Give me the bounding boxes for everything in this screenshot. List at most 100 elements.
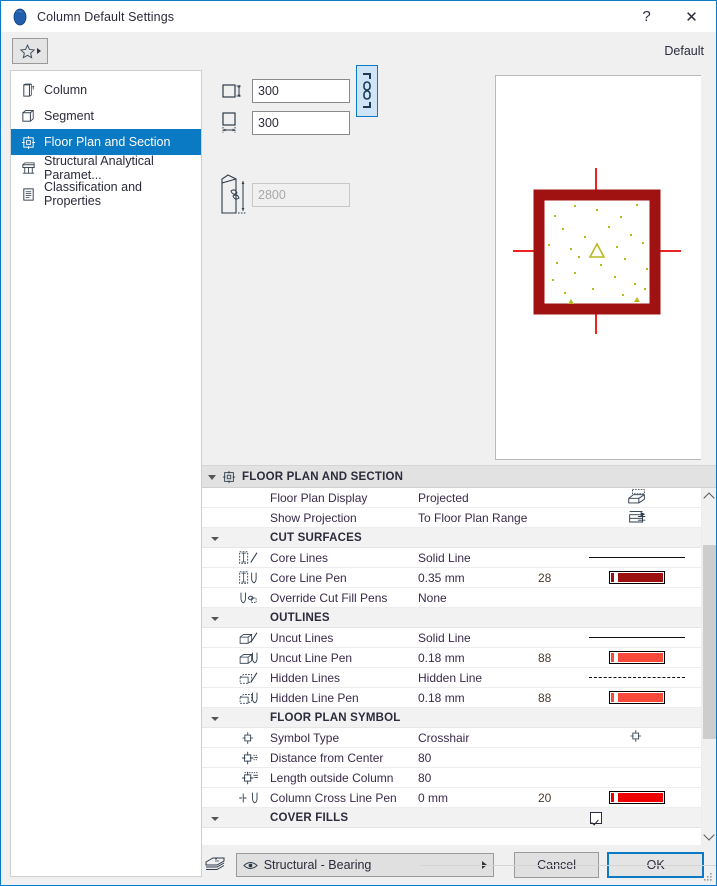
row-value[interactable]: 80 bbox=[418, 771, 538, 785]
settings-rows-wrap: Floor Plan Display Projected Show Projecti… bbox=[202, 488, 716, 845]
row-label: Uncut Line Pen bbox=[270, 650, 353, 665]
settings-row[interactable]: Show Projection To Floor Plan Range bbox=[202, 508, 701, 528]
footer-divider bbox=[420, 864, 716, 866]
floor-plan-range-icon[interactable] bbox=[626, 508, 648, 528]
pen-color-swatch[interactable] bbox=[608, 651, 665, 664]
settings-scrollbar[interactable] bbox=[701, 488, 716, 845]
scroll-down-button[interactable] bbox=[703, 828, 715, 845]
row-icon-cell bbox=[228, 690, 270, 706]
settings-group-row[interactable]: FLOOR PLAN SYMBOL bbox=[202, 708, 701, 728]
width-input[interactable]: 300 bbox=[252, 111, 350, 135]
triangle-right-icon bbox=[37, 48, 41, 54]
settings-row[interactable]: Core Lines Solid Line bbox=[202, 548, 701, 568]
dialog-body: Column Segment Floor Plan and Section St… bbox=[1, 65, 716, 885]
sidebar-item-classification-and-properties[interactable]: Classification and Properties bbox=[11, 180, 201, 208]
row-caret-cell[interactable] bbox=[202, 615, 228, 621]
sidebar-item-column[interactable]: Column bbox=[11, 77, 201, 103]
scrollbar-thumb[interactable] bbox=[702, 545, 716, 739]
settings-row[interactable]: Core Line Pen 0.35 mm 28 bbox=[202, 568, 701, 588]
height-input[interactable]: 2800 bbox=[252, 183, 350, 207]
close-icon[interactable]: ✕ bbox=[669, 1, 714, 32]
settings-row[interactable]: Hidden Lines Hidden Line bbox=[202, 668, 701, 688]
settings-row[interactable]: Distance from Center 80 bbox=[202, 748, 701, 768]
geometry-spacer bbox=[218, 139, 483, 179]
pen-color-swatch[interactable] bbox=[608, 791, 665, 804]
pen-color-swatch[interactable] bbox=[608, 691, 665, 704]
row-value[interactable]: Solid Line bbox=[418, 631, 538, 645]
settings-row[interactable]: Override Cut Fill Pens None bbox=[202, 588, 701, 608]
chevron-up-icon bbox=[703, 492, 715, 504]
cross-line-pen-icon bbox=[239, 792, 258, 803]
row-value[interactable]: Solid Line bbox=[418, 551, 538, 565]
settings-row[interactable]: Uncut Lines Solid Line bbox=[202, 628, 701, 648]
sidebar-item-structural-analytical-parameters[interactable]: Structural Analytical Paramet... bbox=[11, 154, 201, 182]
square-vertical-dim-icon bbox=[218, 79, 252, 103]
sidebar-item-segment[interactable]: Segment bbox=[11, 103, 201, 129]
archicad-column-icon bbox=[13, 8, 27, 25]
row-extra-cell bbox=[586, 651, 701, 664]
row-label: Core Lines bbox=[270, 550, 329, 565]
row-value[interactable]: 0.18 mm bbox=[418, 691, 538, 705]
row-value[interactable]: 80 bbox=[418, 751, 538, 765]
settings-group-row[interactable]: CUT SURFACES bbox=[202, 528, 701, 548]
row-value[interactable]: 0.35 mm bbox=[418, 571, 538, 585]
caret-down-icon[interactable] bbox=[211, 536, 219, 541]
caret-down-icon[interactable] bbox=[211, 716, 219, 721]
row-caret-cell[interactable] bbox=[202, 815, 228, 821]
section-title: FLOOR PLAN AND SECTION bbox=[242, 470, 404, 483]
hidden-line-pen-icon bbox=[239, 692, 258, 704]
column-height-icon bbox=[218, 174, 252, 214]
crosshair-symbol-icon bbox=[242, 731, 254, 744]
settings-row[interactable]: Hidden Line Pen 0.18 mm 88 bbox=[202, 688, 701, 708]
settings-row[interactable]: Uncut Line Pen 0.18 mm 88 bbox=[202, 648, 701, 668]
pen-color-swatch[interactable] bbox=[608, 571, 665, 584]
row-label: Override Cut Fill Pens bbox=[270, 590, 388, 605]
caret-down-icon[interactable] bbox=[208, 475, 216, 480]
distance-center-icon bbox=[241, 751, 258, 764]
row-value[interactable]: Projected bbox=[418, 491, 538, 505]
row-label: Distance from Center bbox=[270, 750, 384, 765]
cover-fills-checkbox[interactable] bbox=[589, 811, 602, 824]
row-caret-cell[interactable] bbox=[202, 715, 228, 721]
row-icon-cell bbox=[228, 730, 270, 746]
projected-display-icon[interactable] bbox=[626, 488, 648, 508]
caret-down-icon[interactable] bbox=[211, 816, 219, 821]
settings-row[interactable]: Symbol Type Crosshair bbox=[202, 728, 701, 748]
settings-row[interactable]: Floor Plan Display Projected bbox=[202, 488, 701, 508]
scrollbar-track[interactable] bbox=[702, 505, 717, 828]
caret-down-icon[interactable] bbox=[211, 616, 219, 621]
crosshair-symbol-icon[interactable] bbox=[627, 728, 647, 747]
layers-icon[interactable] bbox=[202, 856, 228, 874]
row-label: COVER FILLS bbox=[270, 811, 349, 824]
row-value[interactable]: Hidden Line bbox=[418, 671, 538, 685]
row-pen-number: 28 bbox=[538, 570, 552, 585]
help-button[interactable]: ? bbox=[624, 1, 669, 32]
column-icon bbox=[23, 83, 35, 97]
settings-row[interactable]: Length outside Column 80 bbox=[202, 768, 701, 788]
floor-plan-section-settings: FLOOR PLAN AND SECTION Floor Plan Displa… bbox=[202, 465, 716, 845]
row-value[interactable]: 0 mm bbox=[418, 791, 538, 805]
row-value[interactable]: To Floor Plan Range bbox=[418, 511, 538, 525]
favorites-button[interactable] bbox=[12, 38, 48, 64]
chevron-down-icon bbox=[703, 829, 715, 841]
row-extra-cell bbox=[586, 811, 701, 824]
link-dimensions-button[interactable] bbox=[356, 65, 378, 117]
settings-row[interactable]: Column Cross Line Pen 0 mm 20 bbox=[202, 788, 701, 808]
row-value[interactable]: 0.18 mm bbox=[418, 651, 538, 665]
settings-group-row[interactable]: OUTLINES bbox=[202, 608, 701, 628]
row-caret-cell[interactable] bbox=[202, 535, 228, 541]
row-value[interactable]: Crosshair bbox=[418, 731, 538, 745]
uncut-line-pen-icon bbox=[239, 652, 258, 664]
row-extra-cell bbox=[586, 571, 701, 584]
section-header[interactable]: FLOOR PLAN AND SECTION bbox=[202, 466, 716, 488]
settings-group-row[interactable]: COVER FILLS bbox=[202, 808, 701, 828]
row-extra-cell bbox=[586, 488, 701, 508]
resize-grip-icon[interactable] bbox=[704, 873, 713, 882]
row-label: Hidden Line Pen bbox=[270, 690, 359, 705]
row-value[interactable]: None bbox=[418, 591, 538, 605]
eye-icon bbox=[242, 861, 258, 869]
sidebar-item-floor-plan-and-section[interactable]: Floor Plan and Section bbox=[11, 129, 201, 155]
row-icon-cell bbox=[228, 670, 270, 686]
depth-input[interactable]: 300 bbox=[252, 79, 350, 103]
scroll-up-button[interactable] bbox=[703, 488, 715, 505]
